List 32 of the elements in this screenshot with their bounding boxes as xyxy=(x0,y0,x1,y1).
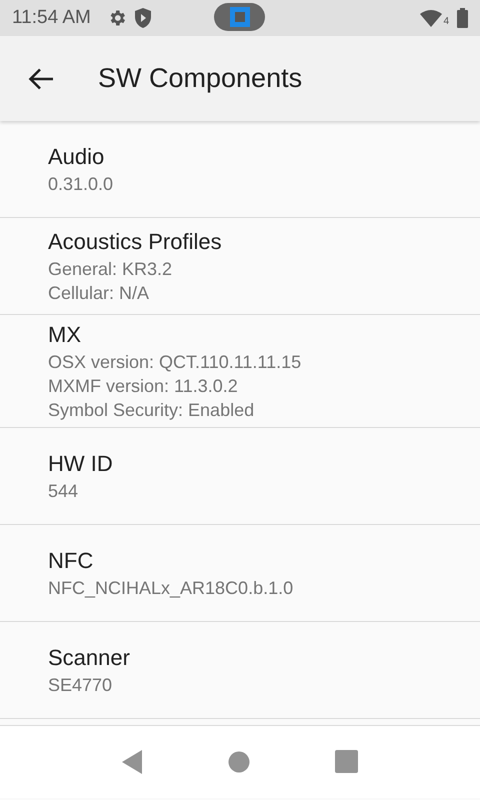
item-detail: SE4770 xyxy=(48,674,114,697)
nav-home-button[interactable] xyxy=(228,751,250,773)
item-title: Scanner xyxy=(48,644,131,672)
item-detail: 544 xyxy=(48,480,80,503)
status-time: 11:54 AM xyxy=(12,6,91,30)
item-detail: MXMF version: 11.3.0.2 xyxy=(48,375,239,398)
list-item[interactable]: HW ID 544 xyxy=(0,428,480,525)
battery-icon xyxy=(457,8,468,28)
item-detail: OSX version: QCT.110.11.11.15 xyxy=(48,351,302,374)
item-title: MX xyxy=(48,321,82,349)
nav-back-button[interactable] xyxy=(121,749,143,775)
item-detail: 0.31.0.0 xyxy=(48,173,114,196)
list-item[interactable]: MX OSX version: QCT.110.11.11.15 MXMF version: 11.3.0.2 Symbol Security: Enabled xyxy=(0,315,480,428)
item-title: NFC xyxy=(48,547,94,575)
signal-count: 4 xyxy=(443,17,449,27)
list-item[interactable]: Scanner SE4770 xyxy=(0,622,480,719)
list-item[interactable]: Acoustics Profiles General: KR3.2 Cellular: N/A xyxy=(0,218,480,315)
item-title: Acoustics Profiles xyxy=(48,228,223,256)
cast-indicator xyxy=(214,3,265,31)
list-item[interactable]: Audio 0.31.0.0 xyxy=(0,121,480,218)
page-title: SW Components xyxy=(98,62,302,96)
item-detail: Cellular: N/A xyxy=(48,282,150,305)
list-item[interactable]: NFC NFC_NCIHALx_AR18C0.b.1.0 xyxy=(0,525,480,622)
item-detail: General: KR3.2 xyxy=(48,258,174,281)
back-arrow-icon xyxy=(28,68,54,90)
item-title: Audio xyxy=(48,143,106,171)
nav-recents-button[interactable] xyxy=(335,750,359,774)
item-title: HW ID xyxy=(48,450,114,478)
item-detail: NFC_NCIHALx_AR18C0.b.1.0 xyxy=(48,577,294,600)
item-detail: Symbol Security: Enabled xyxy=(48,399,256,422)
shield-icon xyxy=(134,8,151,28)
wifi-icon xyxy=(420,9,442,27)
